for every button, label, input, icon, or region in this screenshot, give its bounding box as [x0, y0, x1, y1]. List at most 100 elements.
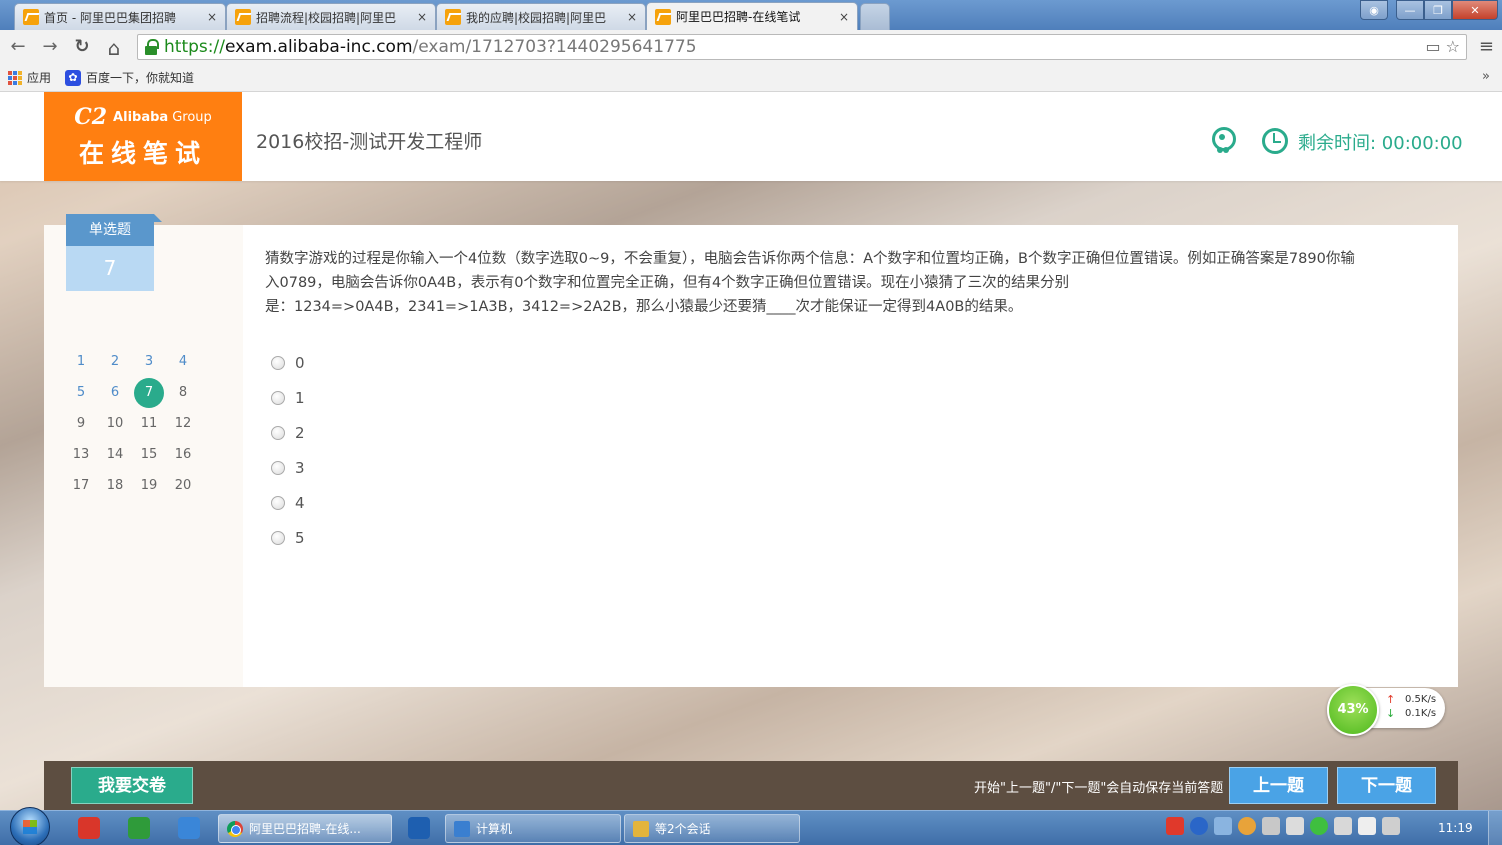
- user-profile-icon[interactable]: ◉: [1360, 0, 1388, 20]
- bookmark-baidu[interactable]: ✿ 百度一下，你就知道: [65, 69, 194, 86]
- tab-close-icon[interactable]: ×: [839, 10, 849, 24]
- option-label: 2: [295, 423, 305, 442]
- next-question-button[interactable]: 下一题: [1337, 767, 1436, 804]
- weibo-icon[interactable]: [78, 817, 100, 839]
- bookmark-star-icon[interactable]: ☆: [1446, 37, 1460, 56]
- answer-option[interactable]: 1: [265, 380, 1430, 415]
- question-number-12[interactable]: 12: [166, 410, 200, 438]
- volume-icon[interactable]: [1334, 817, 1352, 835]
- network-tray-icon[interactable]: [1214, 817, 1232, 835]
- question-number-13[interactable]: 13: [64, 441, 98, 469]
- question-number-18[interactable]: 18: [98, 472, 132, 500]
- security-icon[interactable]: [1262, 817, 1280, 835]
- browser-tab-applications[interactable]: 我的应聘|校园招聘|阿里巴 ×: [436, 3, 646, 30]
- sogou-input-icon[interactable]: [1166, 817, 1184, 835]
- question-number-16[interactable]: 16: [166, 441, 200, 469]
- answer-option[interactable]: 4: [265, 485, 1430, 520]
- question-number-5[interactable]: 5: [64, 379, 98, 407]
- network-speed-widget[interactable]: ↑ 0.5K/s ↓ 0.1K/s 43%: [1327, 684, 1447, 736]
- question-number-9[interactable]: 9: [64, 410, 98, 438]
- radio-button[interactable]: [271, 390, 285, 405]
- question-number-6[interactable]: 6: [98, 379, 132, 407]
- monitor-icon[interactable]: [1382, 817, 1400, 835]
- maximize-button[interactable]: ❐: [1424, 0, 1452, 20]
- submit-exam-button[interactable]: 我要交卷: [71, 767, 193, 804]
- bookmark-label: 应用: [27, 71, 52, 85]
- question-number-19[interactable]: 19: [132, 472, 166, 500]
- radio-button[interactable]: [271, 495, 285, 510]
- start-button[interactable]: [10, 807, 50, 845]
- question-type-label: 单选题: [66, 214, 154, 246]
- browser-tab-exam[interactable]: 阿里巴巴招聘-在线笔试 ×: [646, 2, 858, 30]
- chrome-menu-icon[interactable]: ≡: [1479, 36, 1494, 57]
- question-number-20[interactable]: 20: [166, 472, 200, 500]
- tab-close-icon[interactable]: ×: [627, 10, 637, 24]
- taskbar-clock[interactable]: 11:19: [1438, 821, 1473, 835]
- question-line: 是：1234=>0A4B，2341=>1A3B，3412=>2A2B，那么小猿最…: [265, 299, 1023, 315]
- qq-icon[interactable]: [1238, 817, 1256, 835]
- alibaba-logo: C2 Alibaba Group 在线笔试: [44, 92, 242, 181]
- alibaba-favicon-icon: [445, 9, 461, 25]
- close-window-button[interactable]: ✕: [1452, 0, 1498, 20]
- reload-icon[interactable]: ↻: [70, 36, 94, 57]
- previous-question-button[interactable]: 上一题: [1229, 767, 1328, 804]
- network-app-icon[interactable]: [178, 817, 200, 839]
- explorer-icon[interactable]: [408, 817, 430, 839]
- browser-tab-strip: 首页 - 阿里巴巴集团招聘 × 招聘流程|校园招聘|阿里巴 × 我的应聘|校园招…: [0, 0, 1502, 30]
- home-icon[interactable]: ⌂: [102, 36, 126, 60]
- question-number-1[interactable]: 1: [64, 348, 98, 376]
- question-number-11[interactable]: 11: [132, 410, 166, 438]
- question-number-10[interactable]: 10: [98, 410, 132, 438]
- memory-usage-ball[interactable]: 43%: [1327, 684, 1379, 736]
- answer-option[interactable]: 2: [265, 415, 1430, 450]
- webcam-icon: [1211, 127, 1236, 153]
- help-icon[interactable]: [1190, 817, 1208, 835]
- tab-close-icon[interactable]: ×: [207, 10, 217, 24]
- tab-title: 招聘流程|校园招聘|阿里巴: [256, 10, 397, 25]
- question-number-4[interactable]: 4: [166, 348, 200, 376]
- taskbar-computer-window[interactable]: 计算机: [445, 814, 621, 843]
- tab-title: 阿里巴巴招聘-在线笔试: [676, 10, 801, 24]
- question-number-label: 14: [106, 447, 124, 462]
- radio-button[interactable]: [271, 355, 285, 370]
- question-number-3[interactable]: 3: [132, 348, 166, 376]
- question-number-8[interactable]: 8: [166, 379, 200, 407]
- question-number-2[interactable]: 2: [98, 348, 132, 376]
- question-number-17[interactable]: 17: [64, 472, 98, 500]
- question-number-15[interactable]: 15: [132, 441, 166, 469]
- download-arrow-icon: ↓: [1386, 707, 1396, 720]
- question-number-7[interactable]: 7: [132, 378, 166, 408]
- current-question-number: 7: [103, 256, 117, 280]
- alibaba-favicon-icon: [235, 9, 251, 25]
- app-icon[interactable]: [128, 817, 150, 839]
- answer-option[interactable]: 5: [265, 520, 1430, 555]
- radio-button[interactable]: [271, 460, 285, 475]
- windows-taskbar: 阿里巴巴招聘-在线... 计算机 等2个会话 11:19: [0, 807, 1502, 845]
- back-icon[interactable]: ←: [6, 36, 30, 57]
- cast-icon[interactable]: ▭: [1425, 37, 1440, 56]
- flag-icon[interactable]: [1358, 817, 1376, 835]
- upload-arrow-icon: ↑: [1386, 693, 1396, 706]
- answer-option[interactable]: 0: [265, 345, 1430, 380]
- tab-close-icon[interactable]: ×: [417, 10, 427, 24]
- address-bar[interactable]: https://exam.alibaba-inc.com/exam/171270…: [137, 34, 1467, 60]
- taskbar-chrome-window[interactable]: 阿里巴巴招聘-在线...: [218, 814, 392, 843]
- forward-icon[interactable]: →: [38, 36, 62, 57]
- question-number-14[interactable]: 14: [98, 441, 132, 469]
- system-tray: [1166, 817, 1400, 835]
- radio-button[interactable]: [271, 425, 285, 440]
- question-number-label: 3: [144, 354, 154, 369]
- show-desktop-button[interactable]: [1488, 811, 1502, 845]
- answer-option[interactable]: 3: [265, 450, 1430, 485]
- browser-tab-process[interactable]: 招聘流程|校园招聘|阿里巴 ×: [226, 3, 436, 30]
- taskbar-chat-window[interactable]: 等2个会话: [624, 814, 800, 843]
- 360-icon[interactable]: [1310, 817, 1328, 835]
- bookmarks-overflow-icon[interactable]: »: [1482, 69, 1490, 84]
- device-icon[interactable]: [1286, 817, 1304, 835]
- new-tab-button[interactable]: [860, 3, 890, 30]
- window-controls: ◉ — ❐ ✕: [1360, 0, 1498, 20]
- browser-tab-home[interactable]: 首页 - 阿里巴巴集团招聘 ×: [14, 3, 226, 30]
- bookmark-apps[interactable]: 应用: [8, 69, 51, 86]
- radio-button[interactable]: [271, 530, 285, 545]
- minimize-button[interactable]: —: [1396, 0, 1424, 20]
